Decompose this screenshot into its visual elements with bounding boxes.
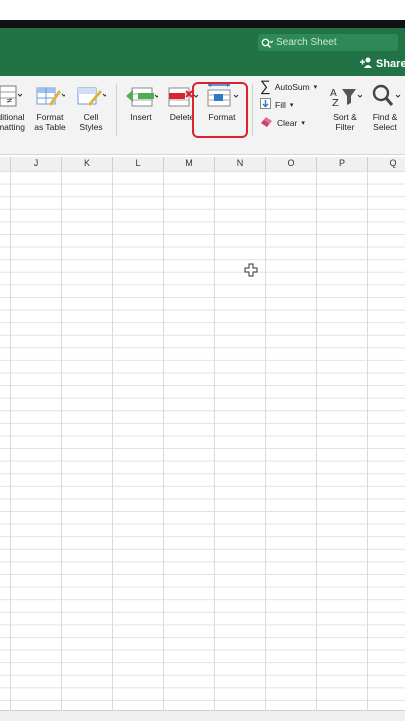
- format-as-table-button[interactable]: Format as Table: [32, 82, 68, 132]
- chevron-down-icon: ▾: [313, 84, 318, 91]
- column-divider: [214, 157, 215, 171]
- bottom-bar: [0, 710, 405, 721]
- column-divider: [316, 157, 317, 171]
- window-chrome-strip: [0, 20, 405, 28]
- column-header[interactable]: N: [237, 158, 244, 168]
- insert-cells-button[interactable]: Insert: [122, 82, 160, 123]
- cell-grid[interactable]: [0, 171, 405, 711]
- fill-label: Fill: [275, 99, 286, 110]
- conditional-formatting-button[interactable]: ≠ ditional matting: [0, 82, 28, 132]
- sort-filter-label: Sort & Filter: [333, 112, 357, 132]
- column-header[interactable]: K: [84, 158, 90, 168]
- find-select-label: Find & Select: [372, 112, 398, 132]
- fill-down-icon: [260, 98, 271, 111]
- column-divider: [61, 157, 62, 171]
- sort-filter-icon: AZ: [328, 82, 362, 108]
- magnifier-icon: [368, 82, 402, 108]
- column-header[interactable]: O: [287, 158, 294, 168]
- insert-label: Insert: [130, 112, 152, 122]
- conditional-formatting-label: ditional matting: [0, 112, 25, 132]
- column-divider: [367, 157, 368, 171]
- chevron-down-icon: ▾: [301, 119, 305, 127]
- ribbon-separator: [116, 84, 117, 136]
- column-header[interactable]: J: [34, 158, 39, 168]
- insert-cells-icon: [124, 82, 158, 108]
- svg-text:Z: Z: [332, 98, 339, 108]
- autosum-button[interactable]: ∑ AutoSum ▾: [260, 78, 318, 95]
- ribbon-separator: [252, 84, 253, 136]
- chevron-down-icon: ▾: [289, 101, 294, 109]
- column-header[interactable]: Q: [389, 158, 396, 168]
- cell-styles-button[interactable]: Cell Styles: [74, 82, 108, 132]
- column-divider: [265, 157, 266, 171]
- add-person-icon: [360, 57, 373, 71]
- search-icon: [258, 38, 276, 48]
- clear-button[interactable]: Clear ▾: [260, 116, 305, 129]
- sort-filter-button[interactable]: AZ Sort & Filter: [326, 82, 364, 132]
- window-top-bar: [0, 0, 405, 28]
- fill-button[interactable]: Fill ▾: [260, 98, 293, 111]
- svg-text:≠: ≠: [6, 96, 13, 105]
- eraser-icon: [260, 116, 273, 129]
- column-header[interactable]: M: [185, 158, 193, 168]
- find-select-button[interactable]: Find & Select: [366, 82, 404, 132]
- clear-label: Clear: [277, 117, 298, 128]
- column-header[interactable]: L: [135, 158, 140, 168]
- plus-cursor-icon: [244, 263, 258, 282]
- share-button[interactable]: Share: [360, 57, 405, 71]
- delete-label: Delete: [169, 112, 195, 122]
- conditional-formatting-icon: ≠: [0, 82, 22, 108]
- column-divider: [112, 157, 113, 171]
- column-header[interactable]: P: [339, 158, 345, 168]
- search-placeholder: Search Sheet: [276, 37, 337, 48]
- cell-styles-label: Cell Styles: [79, 112, 103, 132]
- search-sheet-field[interactable]: Search Sheet: [258, 34, 398, 51]
- column-divider: [10, 157, 11, 171]
- cell-styles-icon: [76, 82, 106, 108]
- autosum-label: AutoSum: [274, 82, 310, 92]
- share-label: Share: [376, 58, 405, 70]
- column-divider: [163, 157, 164, 171]
- format-as-table-label: Format as Table: [34, 112, 66, 132]
- format-highlight-annotation: [192, 82, 248, 138]
- format-as-table-icon: [35, 82, 65, 108]
- sigma-icon: ∑: [260, 78, 271, 95]
